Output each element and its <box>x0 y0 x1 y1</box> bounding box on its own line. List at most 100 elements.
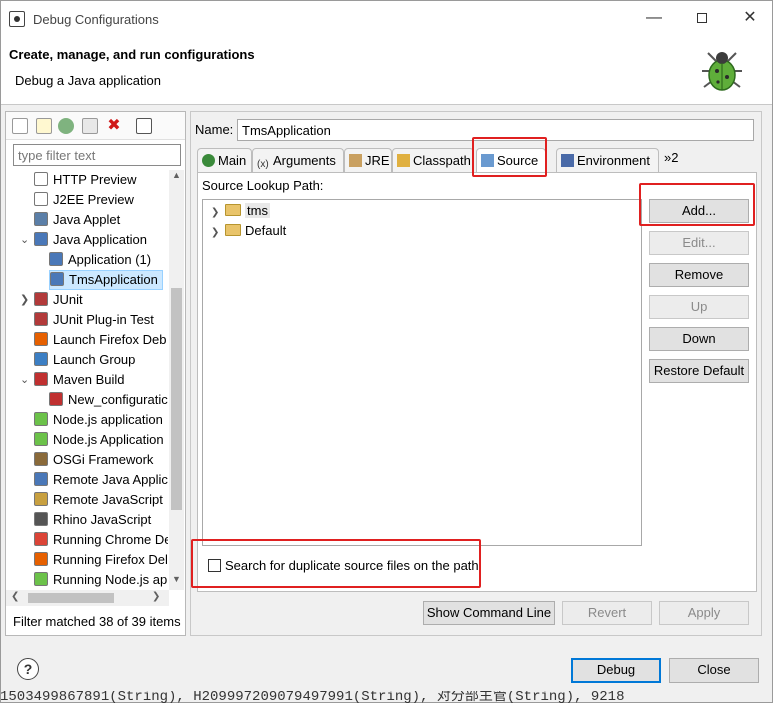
junit-icon <box>34 292 48 306</box>
source-entry-tms[interactable]: ❯ tms <box>211 201 270 221</box>
tree-item[interactable]: OSGi Framework <box>34 450 153 470</box>
scroll-thumb[interactable] <box>171 288 182 510</box>
filter-input[interactable] <box>13 144 181 166</box>
firefox-icon <box>34 332 48 346</box>
highlight-add-button <box>639 183 755 226</box>
tree-item[interactable]: Running Firefox Del <box>34 550 168 570</box>
tree-item-label: Remote Java Applic <box>53 472 168 487</box>
tree-item[interactable]: JUnit Plug-in Test <box>34 310 154 330</box>
tree-item[interactable]: Running Node.js ap <box>34 570 167 590</box>
tree-item[interactable]: New_configuratic <box>49 390 168 410</box>
tabs-overflow-button[interactable]: »2 <box>664 150 678 165</box>
osgi-icon <box>34 452 48 466</box>
chevron-right-icon[interactable]: ❯ <box>211 223 225 243</box>
configuration-toolbar: ✖ <box>6 112 185 140</box>
collapse-all-icon[interactable] <box>136 118 152 134</box>
remote-javascript-icon <box>34 492 48 506</box>
environment-tab-icon <box>561 154 574 167</box>
tree-item-label: Node.js Application <box>53 432 164 447</box>
tab-arguments[interactable]: (x) Arguments <box>252 148 344 172</box>
tree-item-label: Launch Group <box>53 352 136 367</box>
new-configuration-icon[interactable] <box>12 118 28 134</box>
tree-item-label: Running Chrome De <box>53 532 168 547</box>
tab-environment[interactable]: Environment <box>556 148 659 172</box>
tree-item[interactable]: HTTP Preview <box>34 170 137 190</box>
help-icon[interactable]: ? <box>17 658 39 680</box>
source-entry-default[interactable]: ❯ Default <box>211 221 286 241</box>
tab-jre[interactable]: JRE <box>344 148 392 172</box>
tree-vertical-scrollbar[interactable]: ▲ ▼ <box>169 170 184 590</box>
tree-item-label: J2EE Preview <box>53 192 134 207</box>
tree-item[interactable]: Remote Java Applic <box>34 470 168 490</box>
source-tab-content: Source Lookup Path: ❯ tms ❯ Default Add...… <box>197 172 757 592</box>
edit-button[interactable]: Edit... <box>649 231 749 255</box>
debug-button[interactable]: Debug <box>571 658 661 683</box>
tree-item[interactable]: Node.js Application <box>34 430 164 450</box>
main-tab-icon <box>202 154 215 167</box>
apply-button[interactable]: Apply <box>659 601 749 625</box>
tree-item-label: Rhino JavaScript <box>53 512 152 527</box>
new-prototype-icon[interactable] <box>36 118 52 134</box>
tree-item[interactable]: Launch Group <box>34 350 135 370</box>
down-button[interactable]: Down <box>649 327 749 351</box>
tree-item-label: Application (1) <box>68 252 152 267</box>
java-config-icon <box>49 252 63 266</box>
chevron-right-icon[interactable]: ❯ <box>20 293 29 306</box>
tree-item-label: Running Node.js ap <box>53 572 168 587</box>
tree-item-label: Node.js application <box>53 412 163 427</box>
up-button[interactable]: Up <box>649 295 749 319</box>
name-label: Name: <box>195 122 234 137</box>
chevron-right-icon[interactable]: ❯ <box>211 203 225 223</box>
tab-classpath[interactable]: Classpath <box>392 148 474 172</box>
remove-button[interactable]: Remove <box>649 263 749 287</box>
nodejs-icon <box>34 572 48 586</box>
tree-item[interactable]: J2EE Preview <box>34 190 134 210</box>
close-icon[interactable]: ✕ <box>735 5 765 31</box>
java-application-icon <box>34 232 48 246</box>
java-config-icon <box>50 272 64 286</box>
close-button[interactable]: Close <box>669 658 759 683</box>
source-lookup-list[interactable]: ❯ tms ❯ Default <box>202 199 642 546</box>
tree-item[interactable]: Node.js application <box>34 410 163 430</box>
tree-item[interactable]: Launch Firefox Deb <box>34 330 166 350</box>
window-title: Debug Configurations <box>33 12 159 27</box>
tree-horizontal-scrollbar[interactable]: ❮ ❯ <box>6 590 169 606</box>
java-applet-icon <box>34 212 48 226</box>
maximize-icon[interactable] <box>687 5 717 31</box>
tree-item[interactable]: Java Application <box>34 230 147 250</box>
restore-default-button[interactable]: Restore Default <box>649 359 749 383</box>
maven-icon <box>34 372 48 386</box>
tree-item[interactable]: Remote JavaScript <box>34 490 163 510</box>
debug-configurations-window: Debug Configurations — ✕ Create, manage,… <box>0 0 773 703</box>
tree-item[interactable]: JUnit <box>34 290 83 310</box>
tree-item[interactable]: Rhino JavaScript <box>34 510 151 530</box>
chevron-down-icon[interactable]: ⌄ <box>20 233 29 246</box>
tree-item-label: TmsApplication <box>69 272 158 287</box>
tree-item[interactable]: Java Applet <box>34 210 120 230</box>
background-editor-text: 1503499867891(String), H2099972090794979… <box>0 691 625 703</box>
revert-button[interactable]: Revert <box>562 601 652 625</box>
duplicate-icon[interactable] <box>58 118 74 134</box>
tab-main[interactable]: Main <box>197 148 252 172</box>
maven-icon <box>49 392 63 406</box>
configuration-tree: HTTP Preview J2EE Preview Java Applet ⌄ Java… <box>6 170 168 590</box>
export-icon[interactable] <box>82 118 98 134</box>
hscroll-thumb[interactable] <box>28 593 114 603</box>
tree-item[interactable]: Running Chrome De <box>34 530 168 550</box>
tree-item-label: Maven Build <box>53 372 125 387</box>
delete-icon[interactable]: ✖ <box>106 118 122 134</box>
tree-item[interactable]: TmsApplication <box>49 270 163 290</box>
tree-item-label: OSGi Framework <box>53 452 154 467</box>
title-bar: Debug Configurations — ✕ <box>1 1 772 37</box>
j2ee-preview-icon <box>34 192 48 206</box>
tree-item[interactable]: Maven Build <box>34 370 125 390</box>
nodejs-icon <box>34 432 48 446</box>
chevron-down-icon[interactable]: ⌄ <box>20 373 29 386</box>
chrome-icon <box>34 532 48 546</box>
classpath-tab-icon <box>397 154 410 167</box>
minimize-icon[interactable]: — <box>639 5 669 31</box>
tree-item-label: Java Application <box>53 232 147 247</box>
highlight-duplicate-checkbox <box>191 539 481 588</box>
show-command-line-button[interactable]: Show Command Line <box>423 601 555 625</box>
tree-item[interactable]: Application (1) <box>49 250 151 270</box>
